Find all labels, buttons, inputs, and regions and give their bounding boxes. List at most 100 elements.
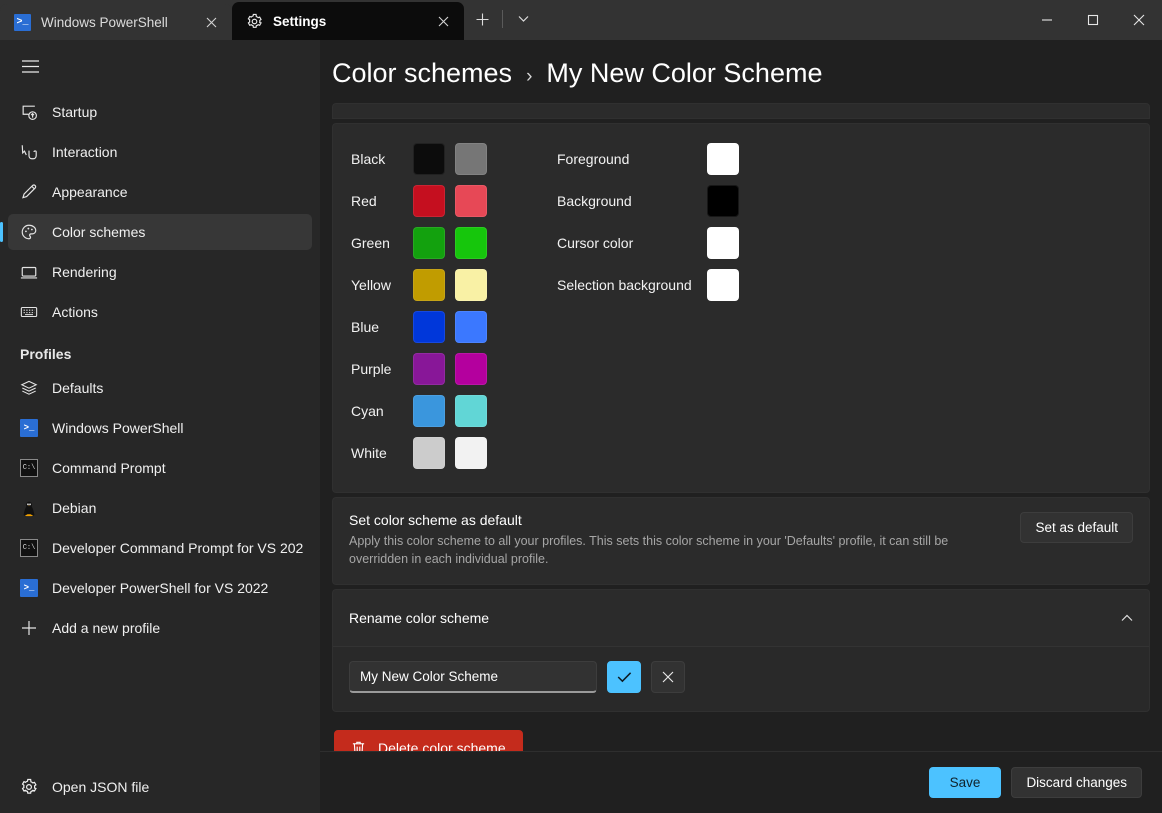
color-swatch-normal[interactable]	[413, 311, 445, 343]
content-area: Color schemes › My New Color Scheme Blac…	[320, 40, 1162, 813]
sidebar-add-new-profile[interactable]: Add a new profile	[8, 610, 312, 646]
color-label: Cyan	[351, 403, 413, 419]
color-swatch-normal[interactable]	[413, 143, 445, 175]
color-row: Red	[351, 180, 551, 222]
tab-settings[interactable]: Settings	[232, 2, 464, 40]
color-swatch-normal[interactable]	[413, 269, 445, 301]
rendering-icon	[20, 263, 38, 281]
color-row: Green	[351, 222, 551, 264]
minimize-button[interactable]	[1024, 0, 1070, 40]
sidebar-item-label: Color schemes	[52, 224, 145, 240]
tab-label: Windows PowerShell	[41, 15, 188, 30]
delete-color-scheme-button[interactable]: Delete color scheme	[334, 730, 523, 751]
chevron-up-icon[interactable]	[1121, 614, 1133, 622]
rename-cancel-button[interactable]	[651, 661, 685, 693]
color-swatch-bright[interactable]	[455, 227, 487, 259]
sidebar-item-label: Rendering	[52, 264, 117, 280]
color-swatch-normal[interactable]	[413, 437, 445, 469]
sidebar-profile-developer-command-prompt[interactable]: C:\ Developer Command Prompt for VS 202	[8, 530, 312, 566]
new-tab-button[interactable]	[464, 2, 500, 36]
sidebar-profile-developer-powershell[interactable]: >_ Developer PowerShell for VS 2022	[8, 570, 312, 606]
system-color-swatch[interactable]	[707, 185, 739, 217]
sidebar-item-label: Windows PowerShell	[52, 420, 184, 436]
open-json-file-label: Open JSON file	[52, 779, 149, 795]
color-swatch-bright[interactable]	[455, 437, 487, 469]
color-swatch-bright[interactable]	[455, 353, 487, 385]
sidebar-item-startup[interactable]: Startup	[8, 94, 312, 130]
color-swatch-bright[interactable]	[455, 143, 487, 175]
save-button[interactable]: Save	[929, 767, 1002, 798]
tab-strip: >_ Windows PowerShell Settings	[0, 0, 464, 40]
color-swatch-normal[interactable]	[413, 395, 445, 427]
color-swatch-normal[interactable]	[413, 353, 445, 385]
rename-expander-title: Rename color scheme	[349, 610, 489, 626]
gear-icon	[246, 13, 263, 30]
color-swatch-normal[interactable]	[413, 185, 445, 217]
sidebar-item-label: Command Prompt	[52, 460, 166, 476]
color-swatch-bright[interactable]	[455, 269, 487, 301]
chevron-down-icon[interactable]	[505, 2, 541, 36]
system-color-label: Selection background	[557, 277, 707, 293]
tab-close-button[interactable]	[198, 9, 224, 35]
sidebar-item-label: Developer PowerShell for VS 2022	[52, 580, 268, 596]
debian-icon	[20, 499, 38, 517]
color-label: Red	[351, 193, 413, 209]
delete-color-scheme-label: Delete color scheme	[378, 740, 506, 751]
sidebar-item-label: Developer Command Prompt for VS 202	[52, 540, 303, 556]
sidebar-profile-debian[interactable]: Debian	[8, 490, 312, 526]
system-color-row: Cursor color	[557, 222, 1131, 264]
color-swatch-bright[interactable]	[455, 311, 487, 343]
set-as-default-description: Apply this color scheme to all your prof…	[349, 532, 1002, 568]
layers-icon	[20, 379, 38, 397]
system-color-swatch[interactable]	[707, 143, 739, 175]
chevron-right-icon: ›	[526, 66, 532, 88]
breadcrumb-root[interactable]: Color schemes	[332, 58, 512, 89]
cmd-icon: C:\	[20, 539, 38, 557]
tab-windows-powershell[interactable]: >_ Windows PowerShell	[0, 4, 232, 40]
color-row: White	[351, 432, 551, 474]
rename-expander-body	[333, 646, 1149, 711]
close-button[interactable]	[1116, 0, 1162, 40]
tab-bar-actions	[464, 0, 541, 40]
tab-close-button[interactable]	[430, 8, 456, 34]
page-title: My New Color Scheme	[546, 58, 822, 89]
rename-input[interactable]	[349, 661, 597, 693]
color-swatch-normal[interactable]	[413, 227, 445, 259]
open-json-file-button[interactable]: Open JSON file	[0, 761, 320, 813]
toolbar-divider	[502, 10, 503, 28]
sidebar-item-interaction[interactable]: Interaction	[8, 134, 312, 170]
system-color-row: Selection background	[557, 264, 1131, 306]
color-swatch-bright[interactable]	[455, 395, 487, 427]
discard-changes-button[interactable]: Discard changes	[1011, 767, 1142, 798]
sidebar-item-actions[interactable]: Actions	[8, 294, 312, 330]
title-bar: >_ Windows PowerShell Settings	[0, 0, 1162, 40]
maximize-button[interactable]	[1070, 0, 1116, 40]
palette-icon	[20, 223, 38, 241]
sidebar-profile-windows-powershell[interactable]: >_ Windows PowerShell	[8, 410, 312, 446]
set-as-default-button[interactable]: Set as default	[1020, 512, 1133, 543]
hamburger-icon[interactable]	[8, 46, 52, 86]
sidebar-profile-defaults[interactable]: Defaults	[8, 370, 312, 406]
interaction-icon	[20, 143, 38, 161]
rename-expander-header[interactable]: Rename color scheme	[333, 590, 1149, 646]
sidebar-profiles-header: Profiles	[8, 334, 312, 370]
system-color-swatch[interactable]	[707, 269, 739, 301]
partial-card-above	[332, 103, 1150, 119]
set-as-default-title: Set color scheme as default	[349, 512, 1002, 528]
trash-icon	[351, 740, 366, 751]
cmd-icon: C:\	[20, 459, 38, 477]
gear-icon	[20, 778, 38, 796]
sidebar-profile-command-prompt[interactable]: C:\ Command Prompt	[8, 450, 312, 486]
color-label: Yellow	[351, 277, 413, 293]
sidebar-item-appearance[interactable]: Appearance	[8, 174, 312, 210]
system-color-swatch[interactable]	[707, 227, 739, 259]
color-palette-card: Black Red Green Yell	[332, 123, 1150, 493]
rename-accept-button[interactable]	[607, 661, 641, 693]
sidebar-nav: Startup Interaction Appearance	[0, 92, 320, 761]
sidebar-item-rendering[interactable]: Rendering	[8, 254, 312, 290]
powershell-icon: >_	[20, 579, 38, 597]
settings-scroll-region[interactable]: Black Red Green Yell	[320, 103, 1162, 751]
system-color-row: Foreground	[557, 138, 1131, 180]
sidebar-item-color-schemes[interactable]: Color schemes	[8, 214, 312, 250]
color-swatch-bright[interactable]	[455, 185, 487, 217]
